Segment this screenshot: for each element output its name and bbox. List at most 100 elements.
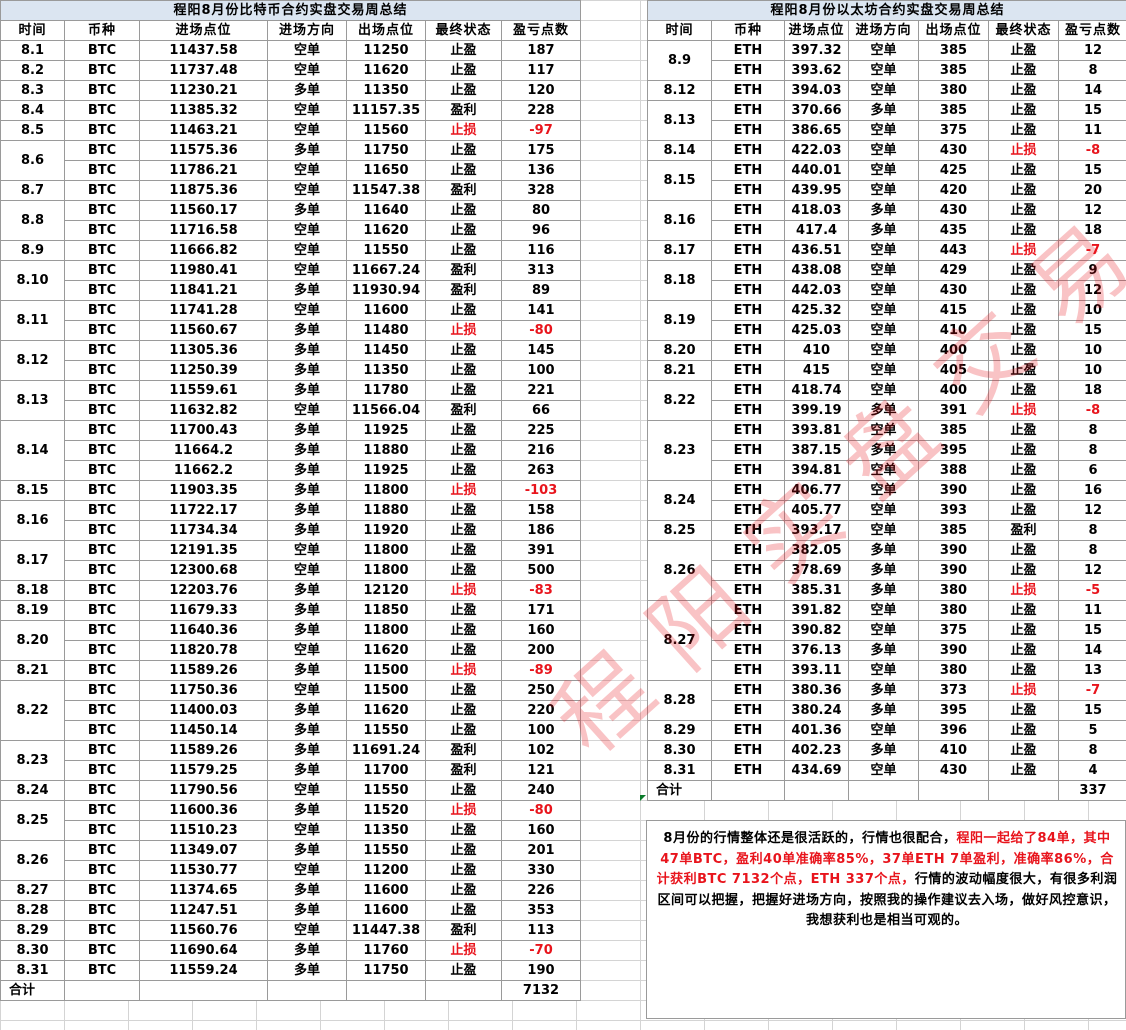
exit-cell: 11800 — [346, 560, 426, 581]
date-cell: 8.6 — [0, 140, 65, 181]
status-cell: 止盈 — [988, 160, 1059, 181]
direction-cell: 多单 — [267, 360, 347, 381]
points-cell: 221 — [501, 380, 581, 401]
table-row: ETH 387.15 多单 395 止盈 8 — [648, 440, 1126, 461]
coin-cell: BTC — [64, 720, 140, 741]
table-row: 8.14 BTC 11700.43 多单 11925 止盈 225 — [0, 420, 581, 481]
exit-cell: 11550 — [346, 780, 426, 801]
status-cell: 止盈 — [425, 880, 502, 901]
entry-cell: 393.81 — [784, 420, 849, 441]
status-cell: 止盈 — [425, 720, 502, 741]
entry-cell: 11385.32 — [139, 100, 268, 121]
coin-cell: ETH — [711, 220, 785, 241]
coin-cell: BTC — [64, 760, 140, 781]
exit-cell: 395 — [918, 440, 989, 461]
table-row: BTC 11734.34 多单 11920 止盈 186 — [1, 520, 581, 541]
points-cell: -103 — [501, 480, 581, 501]
entry-cell: 11247.51 — [139, 900, 268, 921]
points-cell: 15 — [1058, 160, 1126, 181]
direction-cell: 空单 — [848, 460, 919, 481]
coin-cell: BTC — [64, 180, 140, 201]
table-row: 8.23 BTC 11589.26 多单 11691.24 盈利 102 — [0, 740, 581, 781]
direction-cell: 空单 — [848, 760, 919, 781]
table-row: 8.27 BTC 11374.65 多单 11600 止盈 226 — [0, 880, 581, 901]
direction-cell: 多单 — [267, 320, 347, 341]
entry-cell: 11250.39 — [139, 360, 268, 381]
table-row: ETH 376.13 多单 390 止盈 14 — [648, 640, 1126, 661]
points-cell: 175 — [501, 140, 581, 161]
points-cell: 136 — [501, 160, 581, 181]
status-cell: 止盈 — [988, 220, 1059, 241]
column-header: 进场方向 — [267, 20, 347, 41]
exit-cell: 11350 — [346, 820, 426, 841]
column-header: 最终状态 — [425, 20, 502, 41]
direction-cell: 空单 — [848, 500, 919, 521]
table-row: BTC 11510.23 空单 11350 止盈 160 — [1, 820, 581, 841]
direction-cell: 多单 — [848, 560, 919, 581]
date-cell: 8.18 — [0, 580, 65, 601]
empty-cell — [425, 980, 502, 1001]
table-row: 8.10 BTC 11980.41 空单 11667.24 盈利 313 — [0, 260, 581, 301]
entry-cell: 11662.2 — [139, 460, 268, 481]
status-cell: 止盈 — [425, 500, 502, 521]
date-cell: 8.4 — [0, 100, 65, 121]
empty-cell — [64, 980, 140, 1001]
table-row: 8.19 BTC 11679.33 多单 11850 止盈 171 — [0, 600, 581, 621]
entry-cell: 11510.23 — [139, 820, 268, 841]
entry-cell: 11559.61 — [139, 380, 268, 401]
exit-cell: 11350 — [346, 80, 426, 101]
empty-cell — [267, 980, 347, 1001]
date-cell: 8.29 — [647, 720, 712, 741]
coin-cell: ETH — [711, 40, 785, 61]
table-row: 8.31 BTC 11559.24 多单 11750 止盈 190 — [0, 960, 581, 981]
date-cell: 8.24 — [647, 480, 712, 521]
coin-cell: BTC — [64, 560, 140, 581]
exit-cell: 11640 — [346, 200, 426, 221]
table-row: ETH 425.03 空单 410 止盈 15 — [648, 320, 1126, 341]
direction-cell: 空单 — [848, 300, 919, 321]
entry-cell: 11820.78 — [139, 640, 268, 661]
exit-cell: 393 — [918, 500, 989, 521]
points-cell: 141 — [501, 300, 581, 321]
exit-cell: 396 — [918, 720, 989, 741]
points-cell: 171 — [501, 600, 581, 621]
coin-cell: BTC — [64, 400, 140, 421]
points-cell: 201 — [501, 840, 581, 861]
date-cell: 8.14 — [647, 140, 712, 161]
points-cell: 353 — [501, 900, 581, 921]
direction-cell: 多单 — [267, 140, 347, 161]
date-cell: 8.20 — [647, 340, 712, 361]
table-row: 8.30 BTC 11690.64 多单 11760 止损 -70 — [0, 940, 581, 961]
points-cell: 16 — [1058, 480, 1126, 501]
table-row: BTC 11530.77 空单 11200 止盈 330 — [1, 860, 581, 881]
direction-cell: 多单 — [848, 200, 919, 221]
date-cell: 8.15 — [0, 480, 65, 501]
status-cell: 止盈 — [988, 300, 1059, 321]
exit-cell: 11620 — [346, 60, 426, 81]
points-cell: 187 — [501, 40, 581, 61]
coin-cell: BTC — [64, 540, 140, 561]
date-cell: 8.26 — [647, 540, 712, 601]
coin-cell: BTC — [64, 740, 140, 761]
direction-cell: 多单 — [267, 460, 347, 481]
exit-cell: 11620 — [346, 700, 426, 721]
points-cell: 220 — [501, 700, 581, 721]
status-cell: 止盈 — [425, 140, 502, 161]
coin-cell: BTC — [64, 800, 140, 821]
table-row: 8.22 BTC 11750.36 空单 11500 止盈 250 — [0, 680, 581, 741]
direction-cell: 空单 — [267, 640, 347, 661]
exit-cell: 11157.35 — [346, 100, 426, 121]
entry-cell: 401.36 — [784, 720, 849, 741]
entry-cell: 11560.17 — [139, 200, 268, 221]
direction-cell: 多单 — [267, 900, 347, 921]
date-cell: 8.3 — [0, 80, 65, 101]
table-row: 8.16 BTC 11722.17 多单 11880 止盈 158 — [0, 500, 581, 541]
status-cell: 盈利 — [425, 920, 502, 941]
exit-cell: 385 — [918, 520, 989, 541]
direction-cell: 空单 — [267, 860, 347, 881]
table-row: ETH 394.81 空单 388 止盈 6 — [648, 460, 1126, 481]
points-cell: 20 — [1058, 180, 1126, 201]
points-cell: 89 — [501, 280, 581, 301]
status-cell: 止损 — [988, 680, 1059, 701]
date-cell: 8.8 — [0, 200, 65, 241]
